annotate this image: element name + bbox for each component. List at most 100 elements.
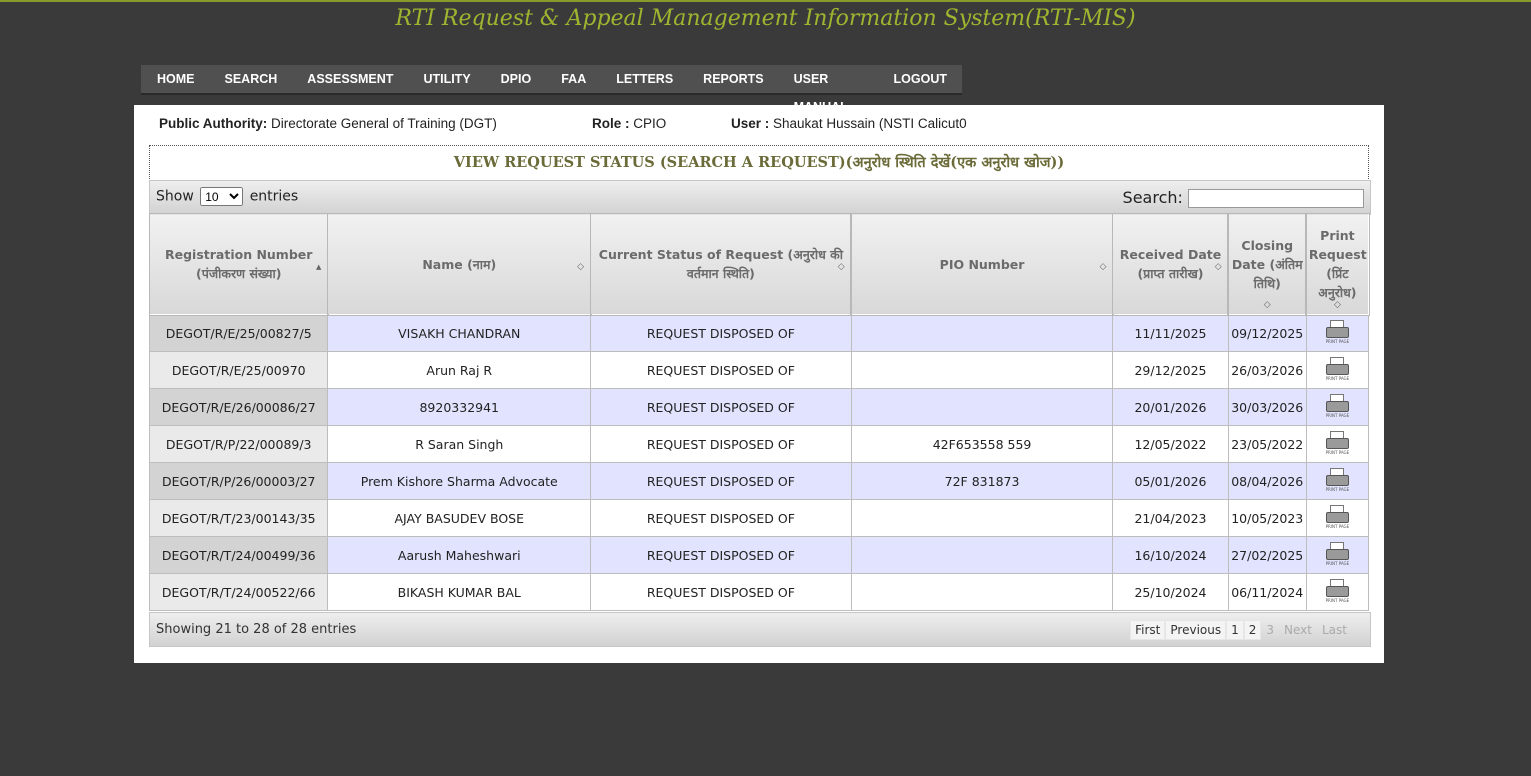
cell-closing-date: 10/05/2023 [1227,499,1307,537]
page-size-select[interactable]: 102550100 [200,187,244,206]
col-print-request[interactable]: Print Request (प्रिंट अनुरोध) ◇ [1305,212,1370,316]
nav-user-manual[interactable]: USER MANUAL [779,65,879,114]
search-label: Search: [1122,188,1183,207]
printer-icon[interactable]: PRINT PAGE [1325,542,1350,568]
printer-caption: PRINT PAGE [1325,487,1350,492]
col-pio-number-label: PIO Number [939,256,1025,272]
col-registration-number[interactable]: Registration Number (पंजीकरण संख्या) ▲ [148,212,329,316]
cell-name: AJAY BASUDEV BOSE [327,499,592,537]
cell-name: BIKASH KUMAR BAL [327,573,592,611]
col-current-status[interactable]: Current Status of Request (अनुरोध की वर्… [589,212,853,316]
nav-logout[interactable]: LOGOUT [879,65,962,93]
pager-1[interactable]: 1 [1226,620,1244,640]
printer-icon[interactable]: PRINT PAGE [1325,394,1350,420]
cell-print: PRINT PAGE [1305,462,1370,500]
role-info: Role : CPIO [592,116,666,131]
pager-previous[interactable]: Previous [1165,620,1227,640]
cell-pio-number [850,351,1114,389]
table-row: DEGOT/R/E/25/00827/5 VISAKH CHANDRAN REQUE… [148,314,1370,352]
pager-2[interactable]: 2 [1243,620,1262,640]
cell-registration-number: DEGOT/R/P/22/00089/3 [148,425,329,463]
nav-reports[interactable]: REPORTS [688,65,778,93]
cell-closing-date: 26/03/2026 [1227,351,1307,389]
cell-name: Aarush Maheshwari [327,536,592,574]
printer-icon[interactable]: PRINT PAGE [1325,320,1350,346]
nav-dpio[interactable]: DPIO [486,65,547,93]
cell-received-date: 16/10/2024 [1112,536,1229,574]
printer-caption: PRINT PAGE [1325,561,1350,566]
table-row: DEGOT/R/P/26/00003/27 Prem Kishore Sharma… [148,462,1370,500]
sort-both-icon: ◇ [1333,300,1341,310]
cell-registration-number: DEGOT/R/E/26/00086/27 [148,388,329,426]
table-row: DEGOT/R/T/24/00499/36 Aarush Maheshwari RE… [148,536,1370,574]
search-input[interactable] [1188,189,1364,208]
nav-utility[interactable]: UTILITY [408,65,485,93]
role-label: Role : [592,116,630,131]
printer-icon[interactable]: PRINT PAGE [1325,431,1350,457]
user-label: User : [731,116,770,131]
cell-print: PRINT PAGE [1305,573,1370,611]
pagination: First Previous 1 2 3 Next Last [1130,620,1352,640]
nav-home[interactable]: HOME [141,65,210,93]
printer-icon[interactable]: PRINT PAGE [1325,505,1350,531]
cell-registration-number: DEGOT/R/T/24/00522/66 [148,573,329,611]
entries-label: entries [249,188,299,205]
cell-current-status: REQUEST DISPOSED OF [590,462,852,500]
user-value: Shaukat Hussain (NSTI Calicut0 [773,116,967,131]
search-control: Search: [1123,188,1364,208]
nav-letters[interactable]: LETTERS [601,65,688,93]
printer-caption: PRINT PAGE [1325,339,1350,344]
cell-registration-number: DEGOT/R/E/25/00827/5 [148,314,329,352]
printer-caption: PRINT PAGE [1325,376,1350,381]
cell-pio-number: 42F653558 559 [850,425,1114,463]
table-row: DEGOT/R/E/25/00970 Arun Raj R REQUEST DISP… [148,351,1370,389]
cell-pio-number: 72F 831873 [850,462,1114,500]
cell-name: 8920332941 [327,388,592,426]
col-received-date-label: Received Date (प्राप्त तारीख) [1119,247,1222,281]
nav-assessment[interactable]: ASSESSMENT [292,65,408,93]
cell-closing-date: 08/04/2026 [1227,462,1307,500]
nav-search[interactable]: SEARCH [210,65,293,93]
col-received-date[interactable]: Received Date (प्राप्त तारीख) ◇ [1111,212,1230,316]
col-pio-number[interactable]: PIO Number ◇ [850,212,1114,316]
header-row: Registration Number (पंजीकरण संख्या) ▲ Nam… [148,212,1370,316]
pager-3[interactable]: 3 [1261,620,1279,640]
cell-closing-date: 09/12/2025 [1227,314,1307,352]
cell-print: PRINT PAGE [1305,314,1370,352]
nav-faa[interactable]: FAA [546,65,601,93]
col-closing-date[interactable]: Closing Date (अंतिम तिथि) ◇ [1227,212,1308,316]
col-name[interactable]: Name (नाम) ◇ [326,212,592,316]
pager-next[interactable]: Next [1279,620,1317,640]
printer-icon[interactable]: PRINT PAGE [1325,357,1350,383]
cell-print: PRINT PAGE [1305,536,1370,574]
table-row: DEGOT/R/T/23/00143/35 AJAY BASUDEV BOSE RE… [148,499,1370,537]
printer-caption: PRINT PAGE [1325,598,1350,603]
cell-pio-number [850,499,1114,537]
cell-received-date: 05/01/2026 [1112,462,1229,500]
top-border [0,0,1531,2]
role-value: CPIO [633,116,667,131]
pager-last[interactable]: Last [1317,620,1352,640]
cell-name: R Saran Singh [327,425,592,463]
cell-registration-number: DEGOT/R/P/26/00003/27 [148,462,329,500]
cell-closing-date: 06/11/2024 [1227,573,1307,611]
cell-print: PRINT PAGE [1305,499,1370,537]
cell-name: Arun Raj R [327,351,592,389]
authority-info: Public Authority: Directorate General of… [159,116,497,131]
cell-received-date: 21/04/2023 [1112,499,1229,537]
cell-current-status: REQUEST DISPOSED OF [590,314,852,352]
cell-received-date: 20/01/2026 [1112,388,1229,426]
printer-icon[interactable]: PRINT PAGE [1325,579,1350,605]
content-panel: Public Authority: Directorate General of… [134,105,1384,663]
app-title: RTI Request & Appeal Management Informat… [395,6,1136,31]
table-toolbar: Show 102550100 entries Search: [149,180,1371,215]
cell-received-date: 12/05/2022 [1112,425,1229,463]
cell-current-status: REQUEST DISPOSED OF [590,536,852,574]
main-nav: HOME SEARCH ASSESSMENT UTILITY DPIO FAA LETTER… [141,65,962,114]
col-print-request-label: Print Request (प्रिंट अनुरोध) [1308,228,1367,300]
pager-first[interactable]: First [1130,620,1166,640]
page-size-control: Show 102550100 entries [156,187,298,206]
printer-icon[interactable]: PRINT PAGE [1325,468,1350,494]
cell-pio-number [850,314,1114,352]
cell-current-status: REQUEST DISPOSED OF [590,388,852,426]
